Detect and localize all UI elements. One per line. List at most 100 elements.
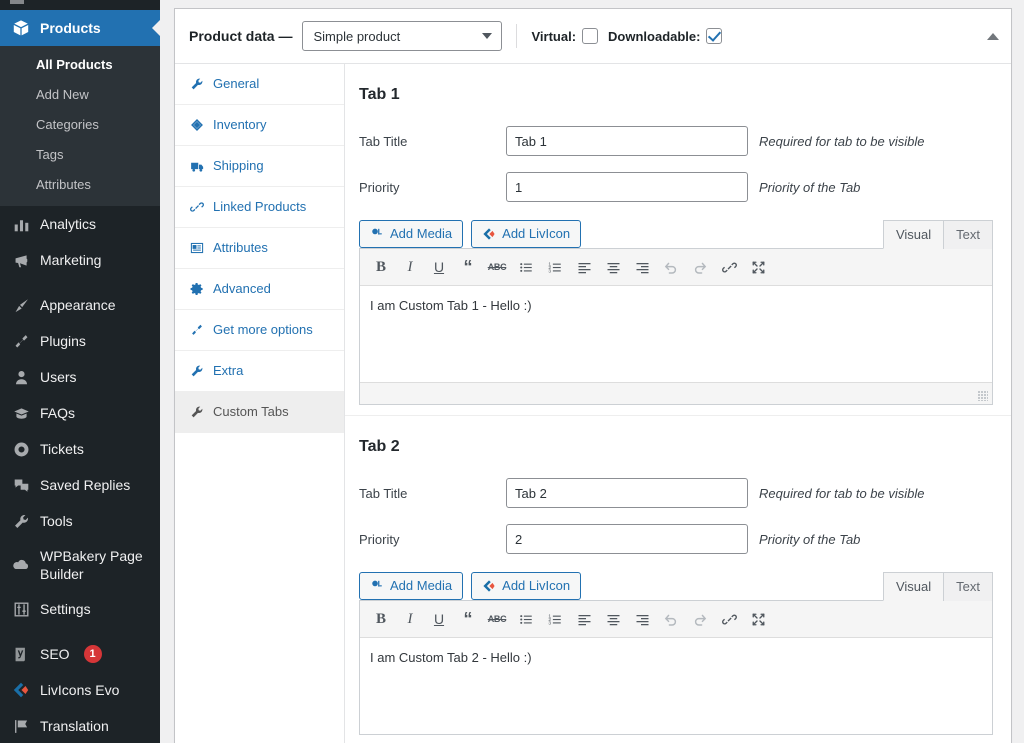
tab-title-input[interactable]: Tab 1 xyxy=(506,126,748,156)
add-livicon-button[interactable]: Add LivIcon xyxy=(471,220,582,248)
tab-attributes[interactable]: Attributes xyxy=(175,228,344,269)
plug-icon xyxy=(11,331,31,351)
redo-icon[interactable] xyxy=(687,607,713,631)
sidebar-item-appearance[interactable]: Appearance xyxy=(0,287,160,323)
sidebar-item-tools[interactable]: Tools xyxy=(0,503,160,539)
downloadable-checkbox[interactable] xyxy=(706,28,723,44)
sidebar-item-tickets[interactable]: Tickets xyxy=(0,431,160,467)
undo-icon[interactable] xyxy=(658,607,684,631)
sidebar-item-translation[interactable]: Translation xyxy=(0,708,160,743)
editor-tab-visual[interactable]: Visual xyxy=(882,220,945,249)
sidebar-item-settings[interactable]: Settings xyxy=(0,591,160,627)
comments-icon xyxy=(11,475,31,495)
link-icon[interactable] xyxy=(716,255,742,279)
sidebar-item-users[interactable]: Users xyxy=(0,359,160,395)
add-livicon-button[interactable]: Add LivIcon xyxy=(471,572,582,600)
tab-priority-description: Priority of the Tab xyxy=(759,179,861,195)
submenu-item-add-new[interactable]: Add New xyxy=(0,80,160,110)
align-left-icon[interactable] xyxy=(571,607,597,631)
submenu-item-categories[interactable]: Categories xyxy=(0,110,160,140)
sidebar-item-plugins[interactable]: Plugins xyxy=(0,323,160,359)
virtual-checkbox-field[interactable]: Virtual: xyxy=(531,28,599,44)
fullscreen-icon[interactable] xyxy=(745,255,771,279)
italic-icon[interactable]: I xyxy=(397,255,423,279)
strikethrough-icon[interactable]: ABC xyxy=(484,255,510,279)
redo-icon[interactable] xyxy=(687,255,713,279)
sidebar-item-livicons-evo[interactable]: LivIcons Evo xyxy=(0,672,160,708)
bold-icon[interactable]: B xyxy=(368,255,394,279)
tab-linked-products[interactable]: Linked Products xyxy=(175,187,344,228)
submenu-item-all-products[interactable]: All Products xyxy=(0,50,160,80)
tab-inventory[interactable]: Inventory xyxy=(175,105,344,146)
sidebar-item-label: Users xyxy=(40,369,77,385)
align-right-icon[interactable] xyxy=(629,607,655,631)
tab-extra[interactable]: Extra xyxy=(175,351,344,392)
custom-tabs-panel: Tab 1 Tab Title Tab 1 Required for tab t… xyxy=(345,64,1011,743)
blockquote-icon[interactable]: “ xyxy=(455,255,481,279)
tab-priority-label: Priority xyxy=(359,531,400,547)
sidebar-item-analytics[interactable]: Analytics xyxy=(0,206,160,242)
italic-icon[interactable]: I xyxy=(397,607,423,631)
link-icon[interactable] xyxy=(716,607,742,631)
resize-handle-icon[interactable] xyxy=(978,391,988,401)
tab-title-label: Tab Title xyxy=(359,485,408,501)
sidebar-item-saved-replies[interactable]: Saved Replies xyxy=(0,467,160,503)
plug-icon xyxy=(189,322,205,338)
tab-title-row: Tab Title Tab 1 Required for tab to be v… xyxy=(359,126,993,156)
tab-priority-input[interactable]: 1 xyxy=(506,172,748,202)
align-right-icon[interactable] xyxy=(629,255,655,279)
blockquote-icon[interactable]: “ xyxy=(455,607,481,631)
editor-toolbar: B I U “ ABC 123 xyxy=(360,601,992,638)
sidebar-item-label: WPBakery Page Builder xyxy=(40,548,143,582)
editor-tab-text[interactable]: Text xyxy=(943,220,993,249)
collapse-panel-toggle-icon[interactable] xyxy=(987,33,999,40)
sidebar-item-label: Analytics xyxy=(40,216,97,232)
product-type-select[interactable]: Simple product xyxy=(302,21,503,51)
tab-title-input[interactable]: Tab 2 xyxy=(506,478,748,508)
downloadable-label: Downloadable: xyxy=(608,28,701,44)
editor-content[interactable]: I am Custom Tab 1 - Hello :) xyxy=(360,286,992,382)
numbered-list-icon[interactable]: 123 xyxy=(542,255,568,279)
submenu-item-attributes[interactable]: Attributes xyxy=(0,170,160,200)
bulleted-list-icon[interactable] xyxy=(513,607,539,631)
tab-advanced[interactable]: Advanced xyxy=(175,269,344,310)
chevron-down-icon xyxy=(482,33,493,39)
underline-icon[interactable]: U xyxy=(426,255,452,279)
downloadable-checkbox-field[interactable]: Downloadable: xyxy=(608,28,723,44)
underline-icon[interactable]: U xyxy=(426,607,452,631)
fullscreen-icon[interactable] xyxy=(745,607,771,631)
wrench-icon xyxy=(189,76,205,92)
virtual-checkbox[interactable] xyxy=(582,28,599,44)
tab-content-editor-1: Add Media Add LivIcon Visual Text B I U … xyxy=(359,220,993,405)
sidebar-item-faqs[interactable]: FAQs xyxy=(0,395,160,431)
sidebar-item-marketing[interactable]: Marketing xyxy=(0,242,160,278)
tab-priority-input[interactable]: 2 xyxy=(506,524,748,554)
sidebar-item-wpbakery-page-builder[interactable]: WPBakery Page Builder xyxy=(0,539,160,591)
align-left-icon[interactable] xyxy=(571,255,597,279)
add-media-button[interactable]: Add Media xyxy=(359,572,464,600)
editor-content[interactable]: I am Custom Tab 2 - Hello :) xyxy=(360,638,992,734)
align-center-icon[interactable] xyxy=(600,255,626,279)
tab-shipping[interactable]: Shipping xyxy=(175,146,344,187)
numbered-list-icon[interactable]: 123 xyxy=(542,607,568,631)
undo-icon[interactable] xyxy=(658,255,684,279)
tab-custom-tabs[interactable]: Custom Tabs xyxy=(175,392,344,433)
editor-tab-text[interactable]: Text xyxy=(943,572,993,601)
graduation-cap-icon xyxy=(11,403,31,423)
bulleted-list-icon[interactable] xyxy=(513,255,539,279)
align-center-icon[interactable] xyxy=(600,607,626,631)
sidebar-item-label: FAQs xyxy=(40,405,76,421)
add-media-button[interactable]: Add Media xyxy=(359,220,464,248)
tab-get-more-options[interactable]: Get more options xyxy=(175,310,344,351)
sidebar-item-label: Plugins xyxy=(40,333,86,349)
bold-icon[interactable]: B xyxy=(368,607,394,631)
page-title: Product data — xyxy=(189,28,293,44)
sidebar-item-products[interactable]: Products xyxy=(0,10,160,46)
editor-tab-visual[interactable]: Visual xyxy=(882,572,945,601)
tab-general[interactable]: General xyxy=(175,64,344,105)
sidebar-item-seo[interactable]: SEO 1 xyxy=(0,636,160,672)
strikethrough-icon[interactable]: ABC xyxy=(484,607,510,631)
tab-label: Shipping xyxy=(213,158,264,173)
submenu-item-tags[interactable]: Tags xyxy=(0,140,160,170)
sidebar-item-label: Settings xyxy=(40,601,91,617)
